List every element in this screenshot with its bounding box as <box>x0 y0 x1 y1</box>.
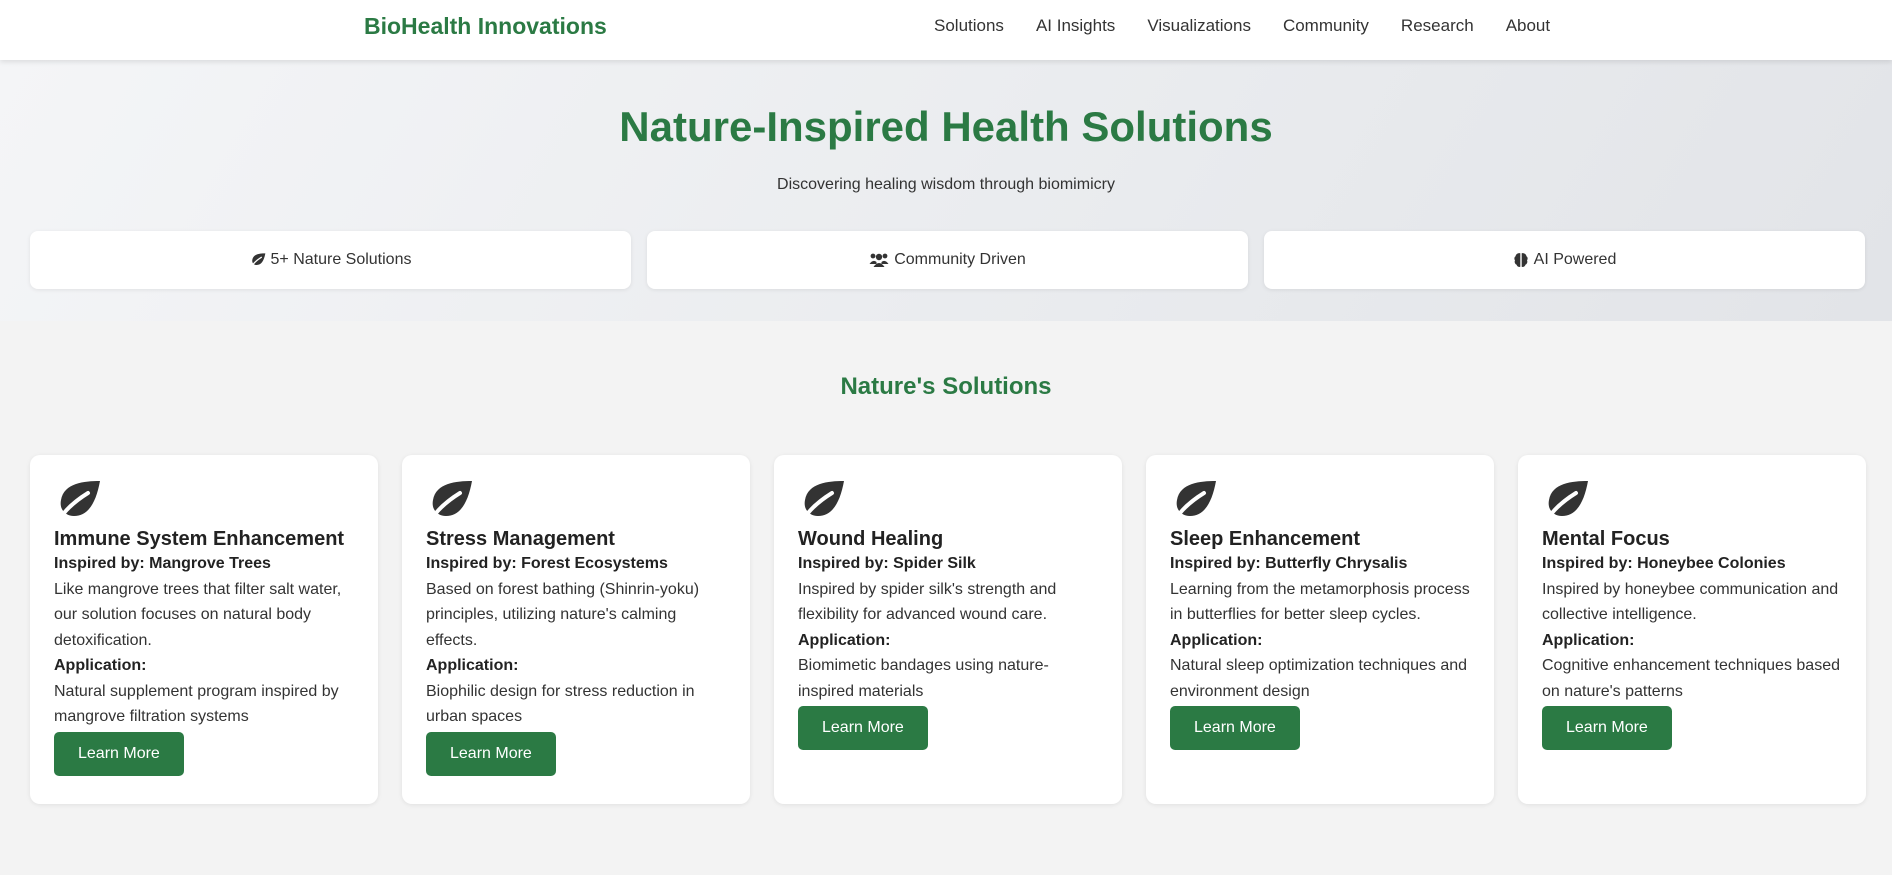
card-inspired-by: Inspired by: Forest Ecosystems <box>426 555 668 572</box>
card-description: Based on forest bathing (Shinrin-yoku) p… <box>426 580 700 649</box>
hero-subtitle: Discovering healing wisdom through biomi… <box>777 176 1115 193</box>
brand-logo[interactable]: BioHealth Innovations <box>364 13 607 40</box>
leaf-icon <box>428 481 472 523</box>
learn-more-button[interactable]: Learn More <box>1542 706 1672 750</box>
card-title: Wound Healing <box>798 528 944 550</box>
nav-link-about[interactable]: About <box>1506 16 1550 36</box>
card-inspired-by: Inspired by: Honeybee Colonies <box>1542 555 1786 572</box>
card-inspired-by: Inspired by: Mangrove Trees <box>54 555 271 572</box>
solution-card-wound: Wound Healing Inspired by: Spider Silk I… <box>774 455 1122 804</box>
card-description: Inspired by honeybee communication and c… <box>1542 580 1839 624</box>
learn-more-button[interactable]: Learn More <box>798 706 928 750</box>
leaf-icon <box>56 481 100 523</box>
nav-link-community[interactable]: Community <box>1283 16 1369 36</box>
card-title: Sleep Enhancement <box>1170 528 1361 550</box>
card-application-label: Application: <box>54 657 147 674</box>
card-application: Biomimetic bandages using nature-inspire… <box>798 657 1049 700</box>
card-application: Natural supplement program inspired by m… <box>54 682 339 726</box>
nav-link-visualizations[interactable]: Visualizations <box>1147 16 1251 36</box>
leaf-icon <box>1172 481 1216 523</box>
card-title: Immune System Enhancement <box>54 528 345 550</box>
leaf-icon <box>1544 481 1588 523</box>
card-title: Mental Focus <box>1542 528 1670 550</box>
card-application-label: Application: <box>426 657 519 674</box>
brain-icon <box>1514 253 1528 267</box>
top-navbar: BioHealth Innovations Solutions AI Insig… <box>0 0 1892 60</box>
card-title: Stress Management <box>426 528 615 550</box>
leaf-icon <box>250 253 265 268</box>
card-application-label: Application: <box>798 631 891 649</box>
hero-section: Nature-Inspired Health Solutions Discove… <box>0 60 1892 321</box>
solution-card-focus: Mental Focus Inspired by: Honeybee Colon… <box>1518 455 1866 804</box>
leaf-icon <box>800 481 844 523</box>
solution-card-sleep: Sleep Enhancement Inspired by: Butterfly… <box>1146 455 1494 804</box>
learn-more-button[interactable]: Learn More <box>54 731 184 776</box>
hero-title: Nature-Inspired Health Solutions <box>619 103 1273 150</box>
stat-label: 5+ Nature Solutions <box>270 251 412 268</box>
card-application-label: Application: <box>1542 631 1635 649</box>
main-nav: Solutions AI Insights Visualizations Com… <box>934 16 1582 36</box>
card-application: Natural sleep optimization techniques an… <box>1170 657 1468 700</box>
learn-more-button[interactable]: Learn More <box>426 731 556 776</box>
card-description: Inspired by spider silk's strength and f… <box>798 580 1057 624</box>
stat-label: AI Powered <box>1533 251 1617 268</box>
stat-label: Community Driven <box>894 251 1026 268</box>
stat-card-solutions: 5+ Nature Solutions <box>30 231 631 289</box>
card-application: Biophilic design for stress reduction in… <box>426 682 695 726</box>
solution-card-immune: Immune System Enhancement Inspired by: M… <box>30 455 378 804</box>
card-application: Cognitive enhancement techniques based o… <box>1542 657 1840 700</box>
learn-more-button[interactable]: Learn More <box>1170 706 1300 750</box>
nav-link-research[interactable]: Research <box>1401 16 1474 36</box>
solution-card-stress: Stress Management Inspired by: Forest Ec… <box>402 455 750 804</box>
nav-link-ai-insights[interactable]: AI Insights <box>1036 16 1115 36</box>
card-description: Learning from the metamorphosis process … <box>1170 580 1470 624</box>
card-description: Like mangrove trees that filter salt wat… <box>54 580 342 649</box>
users-icon <box>869 253 889 267</box>
card-application-label: Application: <box>1170 631 1263 649</box>
stat-card-ai: AI Powered <box>1264 231 1865 289</box>
card-inspired-by: Inspired by: Spider Silk <box>798 555 976 572</box>
stat-card-community: Community Driven <box>647 231 1248 289</box>
section-title: Nature's Solutions <box>840 373 1052 400</box>
nav-link-solutions[interactable]: Solutions <box>934 16 1004 36</box>
card-inspired-by: Inspired by: Butterfly Chrysalis <box>1170 555 1408 572</box>
